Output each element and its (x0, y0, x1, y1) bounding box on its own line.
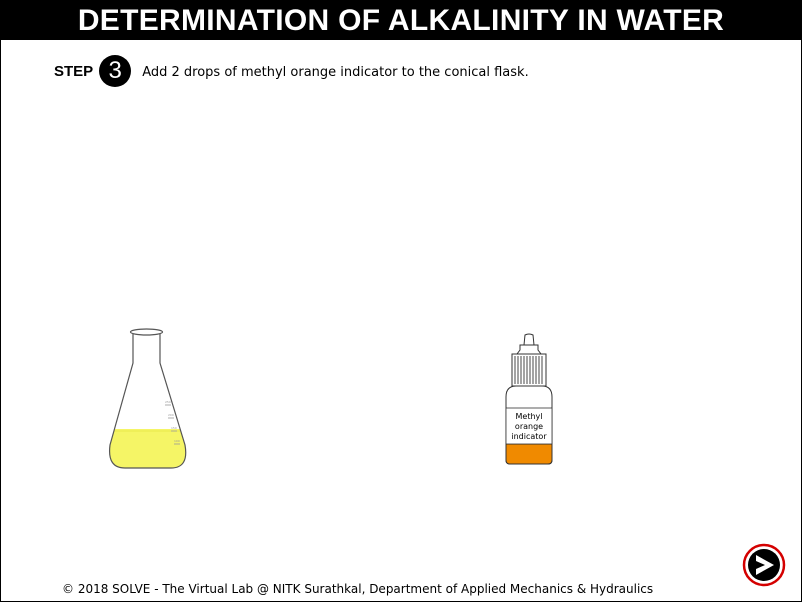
page-title: DETERMINATION OF ALKALINITY IN WATER (1, 1, 801, 40)
lab-frame: DETERMINATION OF ALKALINITY IN WATER STE… (0, 0, 802, 602)
next-button[interactable] (742, 543, 786, 587)
step-text: Add 2 drops of methyl orange indicator t… (142, 64, 529, 80)
step-instruction: STEP 3 Add 2 drops of methyl orange indi… (54, 55, 529, 87)
conical-flask[interactable]: 250 200 150 100 (105, 325, 191, 473)
bottle-liquid (505, 443, 553, 465)
bottle-label-line: indicator (511, 432, 547, 441)
step-number-badge: 3 (99, 55, 132, 87)
bottle-label-line: Methyl (515, 412, 543, 421)
bottle-label-line: orange (514, 422, 544, 431)
methyl-orange-bottle[interactable] (501, 333, 557, 467)
svg-text:100: 100 (174, 439, 180, 443)
step-label: STEP (54, 62, 94, 80)
footer-credit: © 2018 SOLVE - The Virtual Lab @ NITK Su… (62, 582, 654, 596)
svg-text:150: 150 (171, 426, 177, 430)
bottle-label: Methyl orange indicator (507, 412, 551, 442)
svg-text:250: 250 (165, 400, 171, 404)
svg-text:200: 200 (168, 413, 174, 417)
